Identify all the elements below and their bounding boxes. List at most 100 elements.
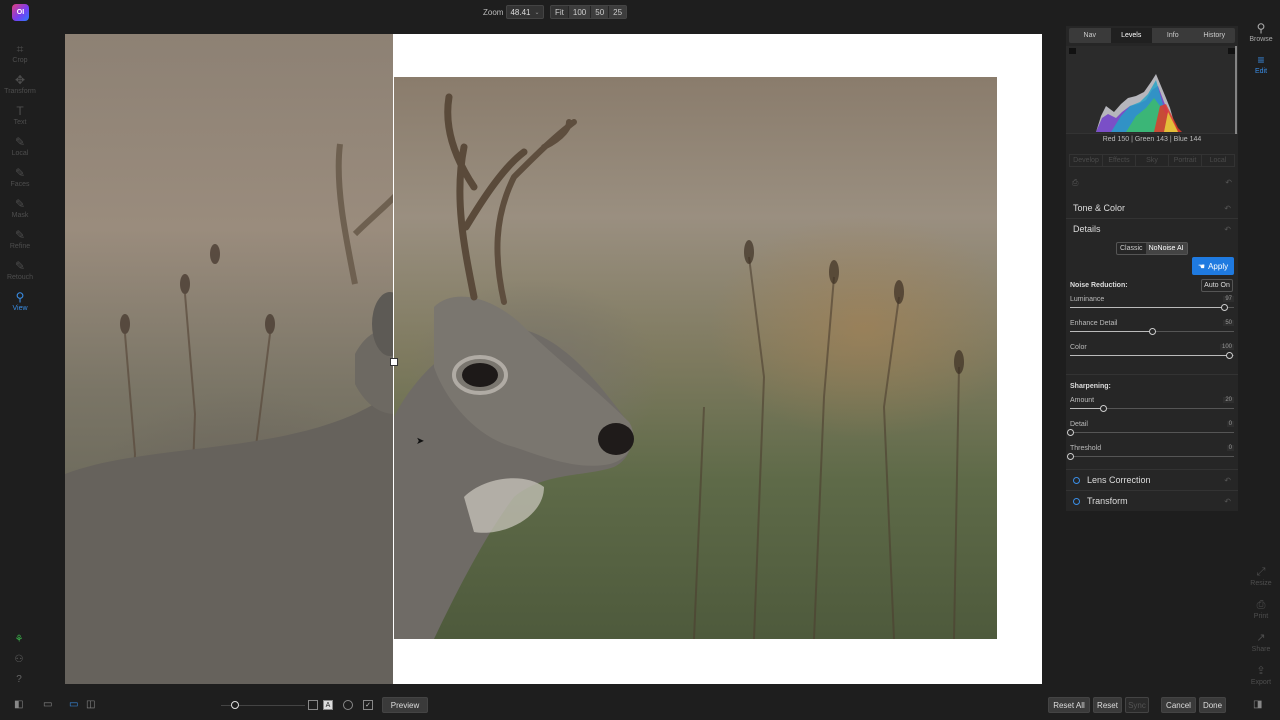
zoom-preset-fit[interactable]: Fit	[551, 6, 569, 18]
reset-icon[interactable]: ↶	[1224, 497, 1231, 506]
mask-circle-icon[interactable]	[343, 700, 353, 710]
section-tone-color[interactable]: Tone & Color ↶	[1066, 198, 1238, 218]
tab-levels[interactable]: Levels	[1110, 28, 1152, 43]
right-panel-toggle-icon[interactable]: ◨	[1253, 699, 1262, 710]
apply-button[interactable]: ☚ Apply	[1192, 257, 1234, 275]
slider-fill	[1070, 307, 1225, 308]
tab-sky[interactable]: Sky	[1136, 155, 1169, 166]
compare-view-icon[interactable]: ◫	[86, 699, 95, 710]
zoom-preset-50[interactable]: 50	[591, 6, 610, 18]
slider-thumb[interactable]	[1067, 429, 1074, 436]
resize-button[interactable]: ⤢ Resize	[1244, 560, 1278, 593]
reset-all-button[interactable]: Reset All	[1048, 697, 1090, 713]
slider-value[interactable]: 50	[1223, 320, 1234, 326]
slider-value[interactable]: 100	[1219, 344, 1234, 350]
slider-value[interactable]: 20	[1223, 397, 1234, 403]
zoom-preset-100[interactable]: 100	[568, 6, 592, 18]
histogram	[1066, 46, 1238, 134]
slider-thumb[interactable]	[1099, 405, 1107, 412]
tool-text[interactable]: T Text	[0, 100, 40, 131]
tab-portrait[interactable]: Portrait	[1169, 155, 1202, 166]
noise-slider-row[interactable]: Luminance 97	[1070, 296, 1234, 318]
mask-square-icon[interactable]	[308, 700, 318, 710]
help-icon[interactable]: ?	[12, 674, 26, 687]
user-icon[interactable]: ⚇	[12, 654, 26, 667]
mask-text-icon[interactable]: A	[323, 700, 333, 710]
tab-history[interactable]: History	[1194, 28, 1236, 43]
tool-faces[interactable]: ✎ Faces	[0, 162, 40, 193]
browse-button[interactable]: ⚲ Browse	[1244, 16, 1278, 48]
slider-label: Threshold	[1070, 445, 1102, 452]
sharpening-slider-row[interactable]: Detail 0	[1067, 421, 1234, 443]
share-label: Share	[1251, 645, 1271, 653]
shadow-clip-icon[interactable]	[1069, 48, 1076, 54]
section-transform[interactable]: Transform ↶	[1066, 491, 1238, 511]
module-tabs: Develop Effects Sky Portrait Local	[1069, 154, 1235, 167]
done-button[interactable]: Done	[1199, 697, 1226, 713]
slider-value[interactable]: 97	[1223, 296, 1234, 302]
layers-icon[interactable]: ⚘	[12, 634, 26, 647]
highlight-clip-icon[interactable]	[1228, 48, 1235, 54]
preset-icon[interactable]: ⎙	[1072, 178, 1078, 188]
tool-local[interactable]: ✎ Local	[0, 131, 40, 162]
left-panel-toggle-icon[interactable]: ◧	[14, 699, 23, 710]
slider-fill	[1070, 355, 1230, 356]
app-logo-text: OI	[16, 9, 25, 16]
mask-check-icon[interactable]: ✓	[363, 700, 373, 710]
transform-label: Transform	[1087, 496, 1128, 506]
mode-classic[interactable]: Classic	[1117, 243, 1146, 254]
tab-nav[interactable]: Nav	[1069, 28, 1111, 43]
slider-value[interactable]: 0	[1226, 421, 1234, 427]
toggle-circle-icon[interactable]	[1073, 476, 1080, 484]
section-lens-correction[interactable]: Lens Correction ↶	[1066, 470, 1238, 490]
sync-button[interactable]: Sync	[1125, 697, 1149, 713]
preview-button[interactable]: Preview	[382, 697, 428, 713]
lens-correction-label: Lens Correction	[1087, 475, 1151, 485]
image-canvas[interactable]: ➤	[65, 34, 1042, 684]
reset-button[interactable]: Reset	[1093, 697, 1122, 713]
tool-transform[interactable]: ✥ Transform	[0, 69, 40, 100]
slider-thumb[interactable]	[1221, 304, 1229, 311]
tab-develop[interactable]: Develop	[1070, 155, 1103, 166]
auto-on-button[interactable]: Auto On	[1201, 279, 1233, 292]
reset-icon[interactable]: ↶	[1224, 225, 1231, 234]
slider-thumb[interactable]	[1067, 453, 1074, 460]
single-view-icon[interactable]: ▭	[69, 699, 78, 710]
section-details[interactable]: Details ↶	[1066, 219, 1238, 239]
print-button[interactable]: ⎙ Print	[1244, 593, 1278, 626]
tool-refine[interactable]: ✎ Refine	[0, 224, 40, 255]
slider-thumb[interactable]	[1226, 352, 1234, 359]
tool-crop[interactable]: ⌗ Crop	[0, 38, 40, 69]
slider-thumb[interactable]	[1149, 328, 1156, 335]
share-button[interactable]: ↗ Share	[1244, 626, 1278, 659]
zoom-preset-25[interactable]: 25	[609, 6, 627, 18]
noise-slider-row[interactable]: Enhance Detail 50	[1070, 320, 1234, 342]
brush-size-thumb[interactable]	[231, 701, 239, 709]
noise-slider-row[interactable]: Color 100	[1070, 344, 1234, 366]
sharpening-slider-row[interactable]: Amount 20	[1070, 397, 1234, 419]
preset-row: ⎙ ↶	[1072, 178, 1232, 188]
toggle-circle-icon[interactable]	[1073, 497, 1080, 505]
split-drag-handle[interactable]	[390, 358, 398, 366]
export-button[interactable]: ⇪ Export	[1244, 659, 1278, 692]
tab-info[interactable]: Info	[1152, 28, 1194, 43]
reset-icon[interactable]: ↶	[1224, 476, 1231, 485]
tab-effects[interactable]: Effects	[1103, 155, 1136, 166]
slider-track[interactable]	[1070, 456, 1234, 457]
filmstrip-icon[interactable]: ▭	[43, 699, 52, 710]
tab-local[interactable]: Local	[1202, 155, 1234, 166]
tool-mask[interactable]: ✎ Mask	[0, 193, 40, 224]
app-logo[interactable]: OI	[12, 4, 29, 21]
sharpening-slider-row[interactable]: Threshold 0	[1067, 445, 1234, 467]
zoom-value-dropdown[interactable]: 48.41 ⌄	[506, 5, 544, 19]
tool-retouch[interactable]: ✎ Retouch	[0, 255, 40, 286]
reset-icon[interactable]: ↶	[1225, 178, 1232, 187]
tool-view[interactable]: ⚲ View	[0, 286, 40, 317]
slider-value[interactable]: 0	[1226, 445, 1234, 451]
cancel-button[interactable]: Cancel	[1161, 697, 1196, 713]
histogram-graphic	[1069, 46, 1237, 134]
reset-icon[interactable]: ↶	[1224, 204, 1231, 213]
edit-button[interactable]: ≡ Edit	[1244, 48, 1278, 80]
mode-nonoise-ai[interactable]: NoNoise AI	[1145, 243, 1187, 254]
slider-track[interactable]	[1070, 432, 1234, 433]
